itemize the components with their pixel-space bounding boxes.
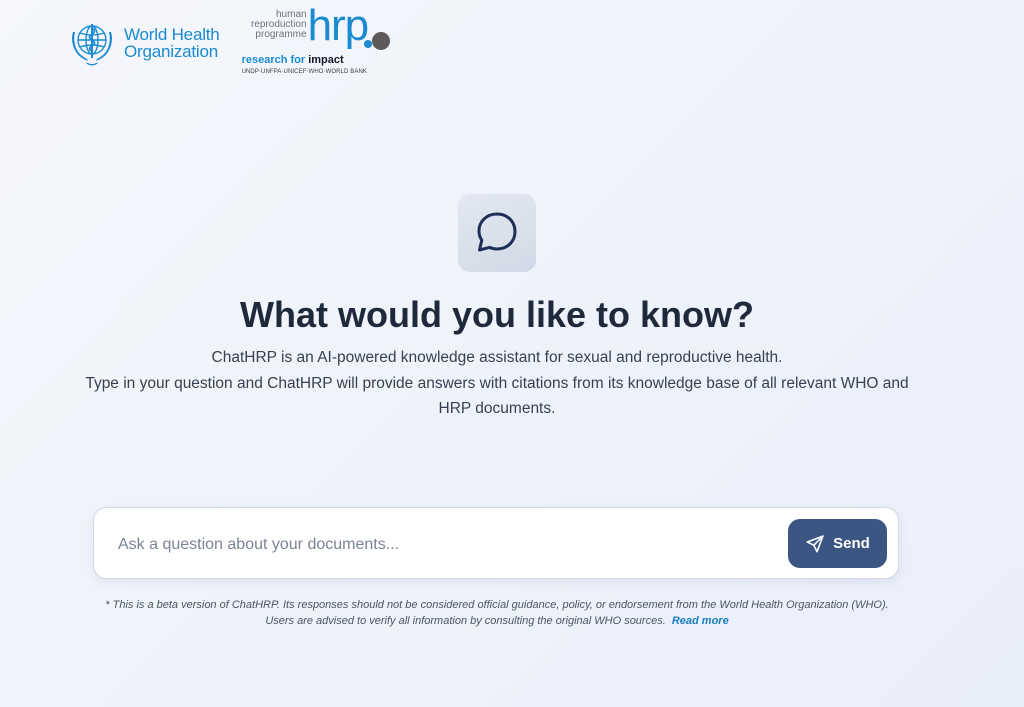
hrp-logo[interactable]: human reproduction programme hrp researc… [241, 4, 397, 82]
beta-disclaimer: * This is a beta version of ChatHRP. Its… [100, 597, 894, 629]
hrp-small-line: programme [255, 29, 307, 40]
disclaimer-text: * This is a beta version of ChatHRP. Its… [105, 599, 889, 627]
page: World Health Organization human reproduc… [0, 0, 1024, 707]
chat-bubble-icon [477, 212, 517, 252]
who-logo[interactable]: World Health Organization [66, 18, 220, 68]
hrp-tagline-prefix: research for [241, 54, 309, 66]
question-input[interactable] [116, 528, 780, 562]
who-logo-text: World Health Organization [124, 26, 220, 60]
hero-description-line2: Type in your question and ChatHRP will p… [85, 374, 909, 418]
who-logo-line1: World Health [124, 25, 220, 44]
hrp-dot-grey-icon [371, 32, 390, 50]
send-plane-icon [806, 534, 824, 552]
hrp-dot-blue-icon [363, 40, 372, 48]
send-button[interactable]: Send [788, 519, 887, 568]
send-button-label: Send [833, 535, 870, 552]
hrp-tagline: research for impact [242, 54, 344, 66]
hrp-logo-wordmark: hrp [307, 1, 370, 50]
hrp-tagline-bold: impact [308, 54, 344, 66]
hero-description-line1: ChatHRP is an AI-powered knowledge assis… [211, 349, 783, 366]
who-emblem-icon [72, 24, 112, 66]
read-more-link[interactable]: Read more [672, 615, 729, 627]
hero-description: ChatHRP is an AI-powered knowledge assis… [80, 345, 914, 422]
page-title: What would you like to know? [240, 294, 754, 335]
header-logos: World Health Organization human reproduc… [66, 4, 397, 82]
hrp-logo-small-text: human reproduction programme [251, 10, 307, 40]
question-form: Send [93, 507, 899, 579]
who-logo-line2: Organization [124, 42, 218, 61]
hrp-partners: UNDP·UNFPA·UNICEF·WHO·WORLD BANK [241, 69, 367, 75]
hero-chat-icon-tile [458, 194, 536, 272]
